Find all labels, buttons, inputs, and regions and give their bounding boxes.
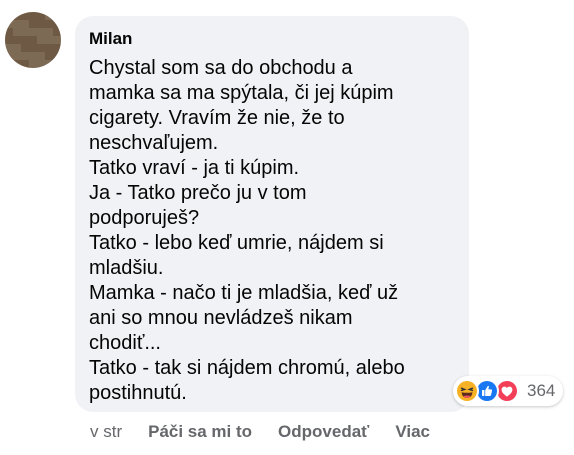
comment-line: mamka sa ma spýtala, či jej kúpim <box>89 82 394 104</box>
reaction-count: 364 <box>527 381 556 400</box>
haha-icon <box>455 379 479 403</box>
comment-line: Ja - Tatko prečo ju v tom <box>89 182 307 204</box>
comment-line: postihnutú. <box>89 382 187 404</box>
comment-bubble: Milan Chystal som sa do obchodu a mamka … <box>75 16 469 412</box>
comment-line: Mamka - načo ti je mladšia, keď už <box>89 282 399 304</box>
comment-line: Tatko - lebo keď umrie, nájdem si <box>89 232 384 254</box>
comment-line: Tatko - tak si nájdem chromú, alebo <box>89 357 405 379</box>
comment-line: mladšiu. <box>89 257 164 279</box>
comment-line: Chystal som sa do obchodu a <box>89 57 353 79</box>
reactions-summary[interactable]: 364 <box>453 376 564 406</box>
comment-text: Chystal som sa do obchodu a mamka sa ma … <box>89 56 455 406</box>
reply-button[interactable]: Odpovedať <box>278 422 369 442</box>
comment-author[interactable]: Milan <box>89 28 132 50</box>
comment-line: Tatko vraví - ja ti kúpim. <box>89 157 300 179</box>
comment-line: ani so mnou nevládzeš nikam <box>89 307 353 329</box>
comment-line: neschvaľujem. <box>89 132 219 154</box>
like-button[interactable]: Páči sa mi to <box>148 422 252 442</box>
comment-actions: v str Páči sa mi to Odpovedať Viac <box>90 422 456 442</box>
comment-line: chodiť... <box>89 332 161 354</box>
more-button[interactable]: Viac <box>395 422 430 442</box>
comment-line: cigarety. Vravím že nie, že to <box>89 107 345 129</box>
comment-line: podporuješ? <box>89 207 200 229</box>
comment-timestamp[interactable]: v str <box>90 422 122 442</box>
avatar[interactable] <box>5 12 61 68</box>
